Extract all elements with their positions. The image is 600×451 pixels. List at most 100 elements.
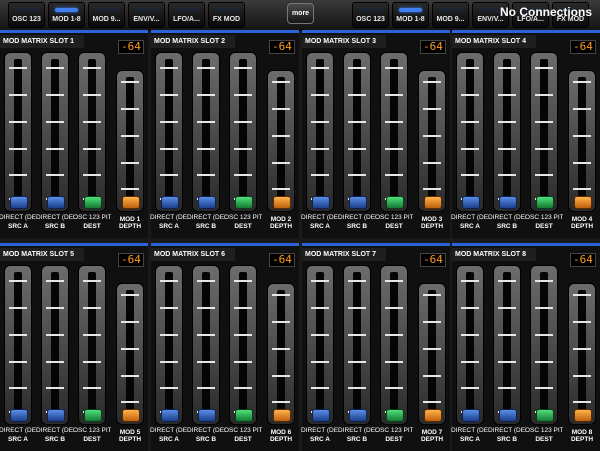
fader-thumb[interactable]: [574, 196, 592, 209]
src-b-fader[interactable]: [41, 52, 69, 212]
fader-tick-mark: [234, 121, 252, 123]
fader-thumb[interactable]: [312, 409, 330, 422]
dest-value-label: OSC 123 PIT: [224, 427, 262, 434]
fader-thumb[interactable]: [10, 196, 28, 209]
dest-fader[interactable]: [530, 265, 558, 425]
src-a-fader[interactable]: [306, 265, 334, 425]
src-b-fader[interactable]: [192, 265, 220, 425]
dest-label: DEST: [535, 223, 553, 230]
depth-fader[interactable]: [267, 283, 295, 425]
fader-thumb[interactable]: [536, 196, 554, 209]
fader-thumb[interactable]: [386, 409, 404, 422]
fader-thumb[interactable]: [235, 409, 253, 422]
fader-thumb[interactable]: [424, 409, 442, 422]
tab-label: ENV/V...: [133, 16, 160, 23]
fader-thumb[interactable]: [161, 409, 179, 422]
fader-thumb[interactable]: [499, 409, 517, 422]
fader-thumb[interactable]: [47, 196, 65, 209]
fader-track: [165, 59, 173, 205]
src-a-fader[interactable]: [155, 52, 183, 212]
fader-tick-mark: [160, 361, 178, 363]
fader-thumb[interactable]: [386, 196, 404, 209]
fader-tick-mark: [9, 387, 27, 389]
fader-thumb[interactable]: [312, 196, 330, 209]
dest-fader[interactable]: [78, 265, 106, 425]
depth-value-display: -64: [570, 40, 596, 54]
fader-thumb[interactable]: [198, 409, 216, 422]
slot-title: MOD MATRIX SLOT 2: [154, 38, 226, 45]
depth-fader[interactable]: [568, 70, 596, 212]
fader-thumb[interactable]: [349, 196, 367, 209]
fader-tick-mark: [9, 307, 27, 309]
depth-fader[interactable]: [116, 70, 144, 212]
fader-thumb[interactable]: [462, 196, 480, 209]
fader-thumb[interactable]: [122, 409, 140, 422]
fader-tick-mark: [573, 294, 591, 296]
src-b-fader[interactable]: [343, 265, 371, 425]
fader-tick-mark: [46, 334, 64, 336]
tab-left-4[interactable]: ENV/V...: [128, 2, 165, 28]
depth-fader[interactable]: [116, 283, 144, 425]
fader-thumb[interactable]: [424, 196, 442, 209]
fader-tick-mark: [160, 334, 178, 336]
src-a-fader[interactable]: [306, 52, 334, 212]
src-a-fader[interactable]: [4, 265, 32, 425]
depth-fader[interactable]: [418, 70, 446, 212]
src-b-fader[interactable]: [343, 52, 371, 212]
tab-right-1[interactable]: OSC 123: [352, 2, 389, 28]
src-b-fader[interactable]: [493, 52, 521, 212]
fader-thumb[interactable]: [235, 196, 253, 209]
dest-label: DEST: [385, 436, 403, 443]
fader-tick-mark: [83, 148, 101, 150]
tab-right-2[interactable]: MOD 1-8: [392, 2, 429, 28]
tab-left-3[interactable]: MOD 9...: [88, 2, 125, 28]
fader-thumb[interactable]: [161, 196, 179, 209]
src-a-fader[interactable]: [155, 265, 183, 425]
dest-fader[interactable]: [380, 52, 408, 212]
src-a-fader[interactable]: [4, 52, 32, 212]
depth-label: MOD 1 DEPTH: [118, 216, 142, 230]
fader-tick-mark: [234, 174, 252, 176]
src-b-label: SRC B: [346, 223, 368, 230]
fader-thumb[interactable]: [499, 196, 517, 209]
dest-label: DEST: [535, 436, 553, 443]
src-a-fader[interactable]: [456, 265, 484, 425]
tab-right-3[interactable]: MOD 9...: [432, 2, 469, 28]
fader-thumb[interactable]: [349, 409, 367, 422]
src-b-fader[interactable]: [493, 265, 521, 425]
dest-fader[interactable]: [229, 52, 257, 212]
fader-thumb[interactable]: [84, 409, 102, 422]
fader-thumb[interactable]: [462, 409, 480, 422]
fader-thumb[interactable]: [273, 196, 291, 209]
depth-fader[interactable]: [568, 283, 596, 425]
fader-tick-mark: [197, 334, 215, 336]
fader-tick-mark: [535, 307, 553, 309]
fader-thumb[interactable]: [198, 196, 216, 209]
fader-thumb[interactable]: [84, 196, 102, 209]
src-a-fader[interactable]: [456, 52, 484, 212]
dest-fader[interactable]: [229, 265, 257, 425]
fader-thumb[interactable]: [273, 409, 291, 422]
fader-thumb[interactable]: [122, 196, 140, 209]
more-button[interactable]: more: [287, 3, 314, 24]
dest-fader[interactable]: [78, 52, 106, 212]
fader-thumb[interactable]: [574, 409, 592, 422]
tab-left-2[interactable]: MOD 1-8: [48, 2, 85, 28]
dest-fader[interactable]: [530, 52, 558, 212]
fader-thumb[interactable]: [47, 409, 65, 422]
fader-thumb[interactable]: [536, 409, 554, 422]
tab-left-5[interactable]: LFO/A...: [168, 2, 205, 28]
tab-indicator-led: [215, 8, 238, 12]
src-b-fader[interactable]: [192, 52, 220, 212]
fader-thumb[interactable]: [10, 409, 28, 422]
depth-fader[interactable]: [267, 70, 295, 212]
fader-tick-mark: [46, 121, 64, 123]
fader-tick-mark: [197, 387, 215, 389]
tab-left-6[interactable]: FX MOD: [208, 2, 245, 28]
fader-tick-mark: [423, 294, 441, 296]
tab-left-1[interactable]: OSC 123: [8, 2, 45, 28]
dest-fader[interactable]: [380, 265, 408, 425]
src-b-fader[interactable]: [41, 265, 69, 425]
dest-label: DEST: [83, 223, 101, 230]
depth-fader[interactable]: [418, 283, 446, 425]
